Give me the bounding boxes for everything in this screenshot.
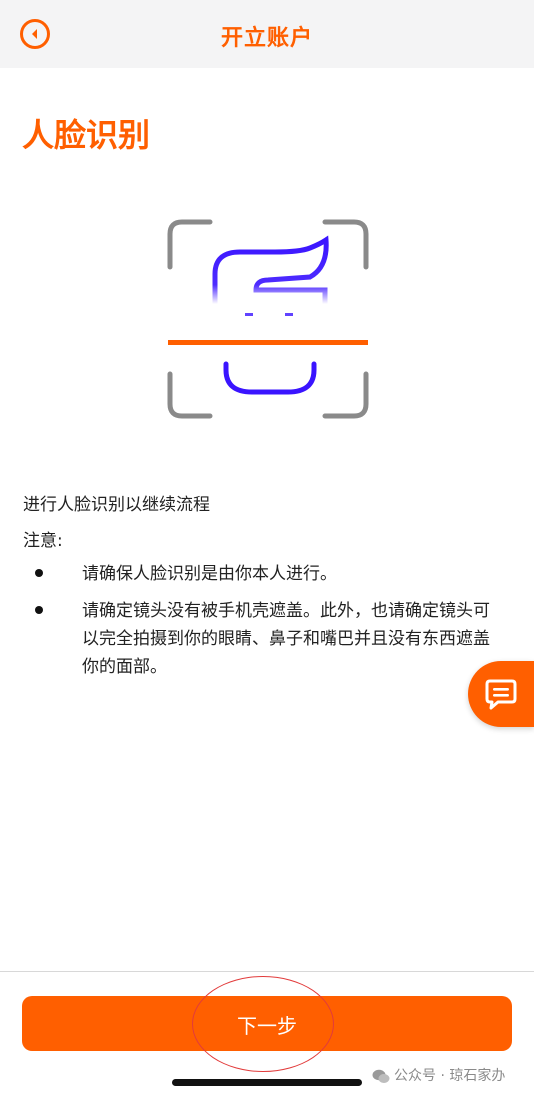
watermark: 公众号 · 琼石家办 xyxy=(372,1065,505,1085)
wechat-icon xyxy=(372,1069,390,1083)
bullet-text: 请确定镜头没有被手机壳遮盖。此外，也请确定镜头可以完全拍摄到你的眼睛、鼻子和嘴巴… xyxy=(82,601,490,677)
bullet-text: 请确保人脸识别是由你本人进行。 xyxy=(82,564,337,584)
page-title: 人脸识别 xyxy=(22,116,151,154)
home-indicator xyxy=(172,1079,362,1086)
footer-divider xyxy=(0,971,534,972)
header-bar: 开立账户 xyxy=(0,0,534,68)
bullet-dot xyxy=(35,606,43,614)
header-title: 开立账户 xyxy=(220,26,313,51)
chat-button[interactable] xyxy=(468,661,534,727)
note-label: 注意: xyxy=(23,531,63,551)
watermark-text: 公众号 · 琼石家办 xyxy=(394,1068,506,1084)
scan-line xyxy=(168,340,368,345)
open-account-page: 开立账户 人脸识别 进行人脸识别以继续流程 注意: 请确保人脸识别是由你本人进行… xyxy=(0,0,534,1095)
description-text: 进行人脸识别以继续流程 xyxy=(23,495,210,515)
next-step-label: 下一步 xyxy=(237,1014,297,1038)
next-step-button[interactable]: 下一步 xyxy=(22,996,512,1051)
face-scan-illustration xyxy=(167,219,369,419)
chat-bubble-icon xyxy=(485,679,517,710)
bullet-dot xyxy=(35,569,43,577)
